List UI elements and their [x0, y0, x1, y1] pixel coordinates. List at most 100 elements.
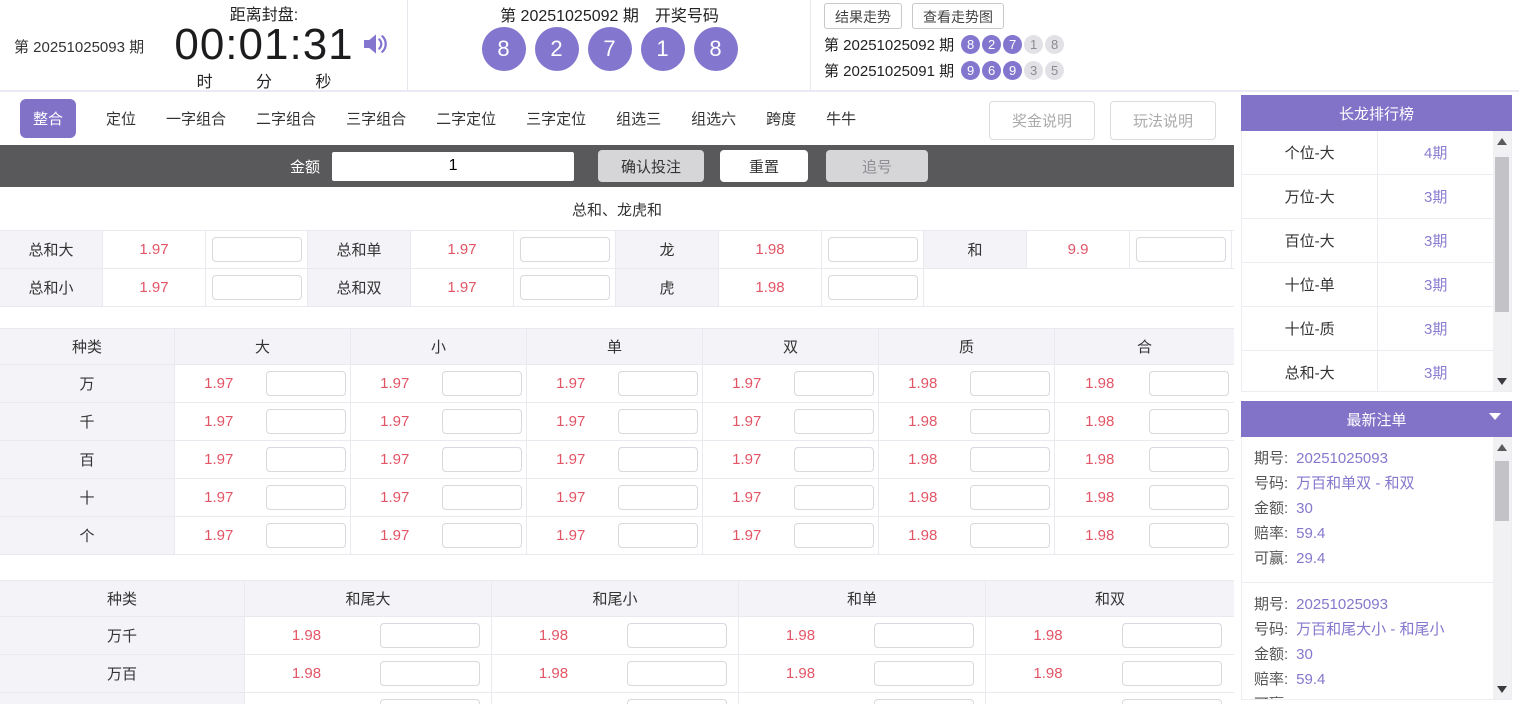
- bet-input[interactable]: [212, 237, 302, 262]
- bet-input[interactable]: [442, 409, 522, 434]
- bet-input[interactable]: [442, 447, 522, 472]
- bet-input[interactable]: [627, 623, 727, 648]
- bet-input[interactable]: [520, 275, 610, 300]
- sum-section-title: 总和、龙虎和: [0, 187, 1234, 230]
- rules-info-button[interactable]: 玩法说明: [1110, 101, 1216, 140]
- bet-input[interactable]: [266, 447, 346, 472]
- bet-input[interactable]: [970, 485, 1050, 510]
- ranking-count: 3期: [1378, 351, 1493, 392]
- bet-input[interactable]: [1122, 699, 1222, 704]
- bet-input[interactable]: [1149, 485, 1229, 510]
- unit-second: 秒: [315, 68, 331, 92]
- scroll-up-icon[interactable]: [1493, 437, 1511, 457]
- result-trend-button[interactable]: 结果走势: [824, 3, 902, 29]
- order-odds: 59.4: [1296, 667, 1325, 692]
- bet-input[interactable]: [1122, 661, 1222, 686]
- bet-input[interactable]: [794, 409, 874, 434]
- bet-input[interactable]: [970, 523, 1050, 548]
- chase-number-button[interactable]: 追号: [826, 150, 928, 182]
- bet-input[interactable]: [828, 237, 918, 262]
- bet-input[interactable]: [794, 371, 874, 396]
- bonus-info-button[interactable]: 奖金说明: [989, 101, 1095, 140]
- bet-input[interactable]: [618, 485, 698, 510]
- bet-input[interactable]: [627, 661, 727, 686]
- order-entry: 期号:20251025093 号码:万百和单双 - 和双 金额:30 赔率:59…: [1242, 437, 1493, 582]
- bet-input[interactable]: [794, 485, 874, 510]
- scrollbar[interactable]: [1493, 131, 1511, 391]
- odds-value: 1.98: [1055, 479, 1145, 516]
- odds-value: 1.98: [245, 655, 368, 692]
- history-ball: 3: [1024, 61, 1043, 80]
- bet-input[interactable]: [794, 523, 874, 548]
- bet-input[interactable]: [618, 523, 698, 548]
- view-trend-chart-button[interactable]: 查看走势图: [912, 3, 1004, 29]
- bet-input[interactable]: [618, 447, 698, 472]
- tab-sanzi-zuhe[interactable]: 三字组合: [346, 108, 406, 129]
- bet-input[interactable]: [1149, 447, 1229, 472]
- bet-input[interactable]: [380, 661, 480, 686]
- odds-value: 1.98: [1055, 517, 1145, 554]
- bet-input[interactable]: [442, 523, 522, 548]
- tab-dingwei[interactable]: 定位: [106, 108, 136, 129]
- tab-yizi-zuhe[interactable]: 一字组合: [166, 108, 226, 129]
- bet-input[interactable]: [627, 699, 727, 704]
- tab-zuxuan-liu[interactable]: 组选六: [691, 108, 736, 129]
- reset-button[interactable]: 重置: [720, 150, 808, 182]
- ranking-name: 百位-大: [1242, 219, 1378, 262]
- bet-input[interactable]: [266, 523, 346, 548]
- amount-input[interactable]: [332, 152, 574, 181]
- speaker-icon[interactable]: [360, 28, 392, 60]
- bet-input[interactable]: [1149, 523, 1229, 548]
- bet-input[interactable]: [618, 371, 698, 396]
- scroll-down-icon[interactable]: [1493, 371, 1511, 391]
- odds-value: 1.97: [527, 365, 615, 402]
- scrollbar[interactable]: [1493, 437, 1511, 699]
- scroll-up-icon[interactable]: [1493, 131, 1511, 151]
- bet-input[interactable]: [1122, 623, 1222, 648]
- bet-input[interactable]: [970, 371, 1050, 396]
- tab-sanzi-dingwei[interactable]: 三字定位: [526, 108, 586, 129]
- bet-input[interactable]: [828, 275, 918, 300]
- scroll-down-icon[interactable]: [1493, 679, 1511, 699]
- bet-input[interactable]: [874, 661, 974, 686]
- bet-input[interactable]: [266, 485, 346, 510]
- collapse-caret-icon[interactable]: [1489, 413, 1501, 420]
- order-entry: 期号:20251025093 号码:万百和尾大小 - 和尾小 金额:30 赔率:…: [1242, 582, 1493, 700]
- bet-input[interactable]: [970, 409, 1050, 434]
- bet-input[interactable]: [874, 623, 974, 648]
- ranking-count: 4期: [1378, 131, 1493, 174]
- tab-erzi-zuhe[interactable]: 二字组合: [256, 108, 316, 129]
- bet-input[interactable]: [520, 237, 610, 262]
- table-row: 总和小 1.97 总和双 1.97 虎 1.98: [0, 269, 1234, 307]
- ranking-count: 3期: [1378, 219, 1493, 262]
- bet-input[interactable]: [970, 447, 1050, 472]
- tab-zuxuan-san[interactable]: 组选三: [616, 108, 661, 129]
- bet-input[interactable]: [442, 371, 522, 396]
- bet-input[interactable]: [1136, 237, 1226, 262]
- bet-input[interactable]: [266, 371, 346, 396]
- scroll-thumb[interactable]: [1495, 157, 1509, 312]
- bet-input[interactable]: [1149, 409, 1229, 434]
- tab-zhenghe[interactable]: 整合: [20, 99, 76, 138]
- orders-panel-title[interactable]: 最新注单: [1241, 401, 1512, 437]
- bet-input[interactable]: [1149, 371, 1229, 396]
- tab-kuadu[interactable]: 跨度: [766, 108, 796, 129]
- odds-value: 1.97: [351, 441, 439, 478]
- draw-ball: 8: [482, 27, 526, 71]
- bet-input[interactable]: [212, 275, 302, 300]
- tab-niuniu[interactable]: 牛牛: [826, 108, 856, 129]
- bet-input[interactable]: [380, 699, 480, 704]
- bet-input[interactable]: [380, 623, 480, 648]
- bet-input[interactable]: [442, 485, 522, 510]
- bet-input[interactable]: [618, 409, 698, 434]
- tab-erzi-dingwei[interactable]: 二字定位: [436, 108, 496, 129]
- odds-value: 1.98: [986, 693, 1110, 704]
- odds-value: 1.97: [527, 479, 615, 516]
- bet-input[interactable]: [874, 699, 974, 704]
- scroll-thumb[interactable]: [1495, 461, 1509, 521]
- bet-input[interactable]: [266, 409, 346, 434]
- confirm-bet-button[interactable]: 确认投注: [598, 150, 704, 182]
- history-ball: 9: [1003, 61, 1022, 80]
- row-label: 万十: [0, 693, 245, 704]
- bet-input[interactable]: [794, 447, 874, 472]
